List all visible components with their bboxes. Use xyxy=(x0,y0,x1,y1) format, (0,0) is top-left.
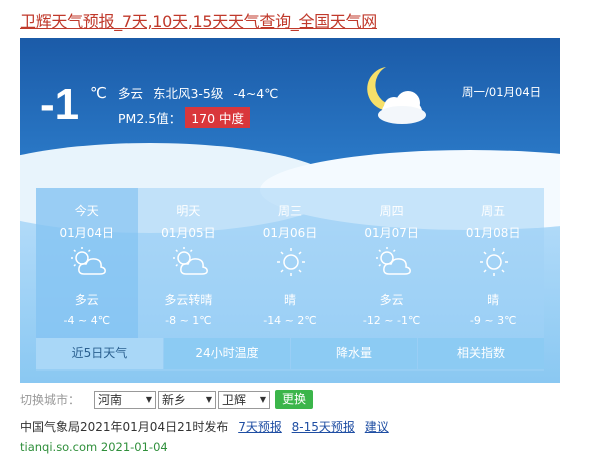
forecast-day[interactable]: 明天 01月05日 多云转晴 -8 ~ 1℃ xyxy=(138,188,240,338)
sun-icon xyxy=(480,248,509,276)
day-condition: 晴 xyxy=(487,293,500,307)
link-suggestion[interactable]: 建议 xyxy=(365,420,389,434)
dropdown-arrow-icon: ▼ xyxy=(145,395,153,404)
city-switch-label: 切换城市： xyxy=(20,393,81,407)
tab-related-index[interactable]: 相关指数 xyxy=(418,338,544,369)
day-condition: 多云 xyxy=(74,293,99,307)
day-name: 周三 xyxy=(277,204,302,218)
city-select[interactable]: 新乡 ▼ xyxy=(158,390,217,409)
tab-5day-weather[interactable]: 近5日天气 xyxy=(36,338,163,369)
link-15day-forecast[interactable]: 8-15天预报 xyxy=(292,420,355,434)
county-select[interactable]: 卫辉 ▼ xyxy=(218,390,271,409)
county-value: 卫辉 xyxy=(222,393,247,407)
switch-city-button[interactable]: 更换 xyxy=(275,390,314,409)
day-date: 01月05日 xyxy=(161,226,216,240)
dropdown-arrow-icon: ▼ xyxy=(205,395,213,404)
day-temp-range: -8 ~ 1℃ xyxy=(165,314,212,327)
tab-precipitation[interactable]: 降水量 xyxy=(291,338,417,369)
day-temp-range: -12 ~ -1℃ xyxy=(362,314,421,327)
day-temp-range: -9 ~ 3℃ xyxy=(469,314,517,327)
province-select[interactable]: 河南 ▼ xyxy=(94,390,157,409)
forecast-day[interactable]: 今天 01月04日 多云 -4 ~ 4℃ xyxy=(36,188,138,338)
forecast-day[interactable]: 周三 01月06日 晴 -14 ~ 2℃ xyxy=(239,188,341,338)
tab-24h-temperature[interactable]: 24小时温度 xyxy=(164,338,290,369)
temperature-unit: ℃ xyxy=(90,84,107,102)
day-date: 01月06日 xyxy=(262,226,318,240)
publish-text: 中国气象局2021年01月04日21时发布 xyxy=(20,420,229,434)
day-temp-range: -14 ~ 2℃ xyxy=(263,314,317,327)
day-name: 今天 xyxy=(74,204,99,218)
link-7day-forecast[interactable]: 7天预报 xyxy=(238,420,282,434)
sun-icon xyxy=(277,248,306,276)
day-temp-range: -4 ~ 4℃ xyxy=(63,314,111,327)
day-name: 明天 xyxy=(176,204,201,218)
partly-cloudy-icon xyxy=(71,247,106,275)
province-value: 河南 xyxy=(98,393,123,407)
city-switch-row: 切换城市： 河南 ▼ 新乡 ▼ 卫辉 ▼ 更换 xyxy=(20,390,314,409)
day-name: 周四 xyxy=(379,204,404,218)
day-date: 01月07日 xyxy=(364,226,419,240)
forecast-day[interactable]: 周五 01月08日 晴 -9 ~ 3℃ xyxy=(442,188,544,338)
moon-cloud-icon xyxy=(367,67,426,124)
dropdown-arrow-icon: ▼ xyxy=(259,395,267,404)
day-condition: 晴 xyxy=(283,293,296,307)
forecast-panel: 今天 01月04日 多云 -4 ~ 4℃ 明天 01月05日 多云转晴 -8 ~… xyxy=(36,188,544,371)
day-name: 周五 xyxy=(481,204,506,218)
current-date: 周一/01月04日 xyxy=(462,85,542,99)
weather-widget: -1 ℃ 多云 东北风3-5级 -4~4℃ PM2.5值： 170 中度 周一/… xyxy=(20,38,560,383)
page-title[interactable]: 卫辉天气预报_7天,10天,15天天气查询_全国天气网 xyxy=(20,8,377,32)
forecast-day[interactable]: 周四 01月07日 多云 -12 ~ -1℃ xyxy=(341,188,443,338)
current-condition: 多云 东北风3-5级 -4~4℃ xyxy=(118,86,279,101)
day-condition: 多云 xyxy=(379,293,404,307)
source-url: tianqi.so.com 2021-01-04 xyxy=(20,440,168,454)
pm25-badge: 170 中度 xyxy=(185,107,251,128)
day-condition: 多云转晴 xyxy=(164,293,213,307)
current-temperature: -1 xyxy=(40,80,80,129)
pm25-line: PM2.5值： 170 中度 xyxy=(118,107,251,128)
pm25-label: PM2.5值： xyxy=(118,111,182,126)
partly-cloudy-icon xyxy=(375,247,411,275)
publish-row: 中国气象局2021年01月04日21时发布 7天预报 8-15天预报 建议 xyxy=(20,418,389,435)
day-date: 01月08日 xyxy=(465,226,521,240)
city-value: 新乡 xyxy=(162,393,187,407)
day-date: 01月04日 xyxy=(59,226,115,240)
partly-cloudy-icon xyxy=(172,247,208,275)
